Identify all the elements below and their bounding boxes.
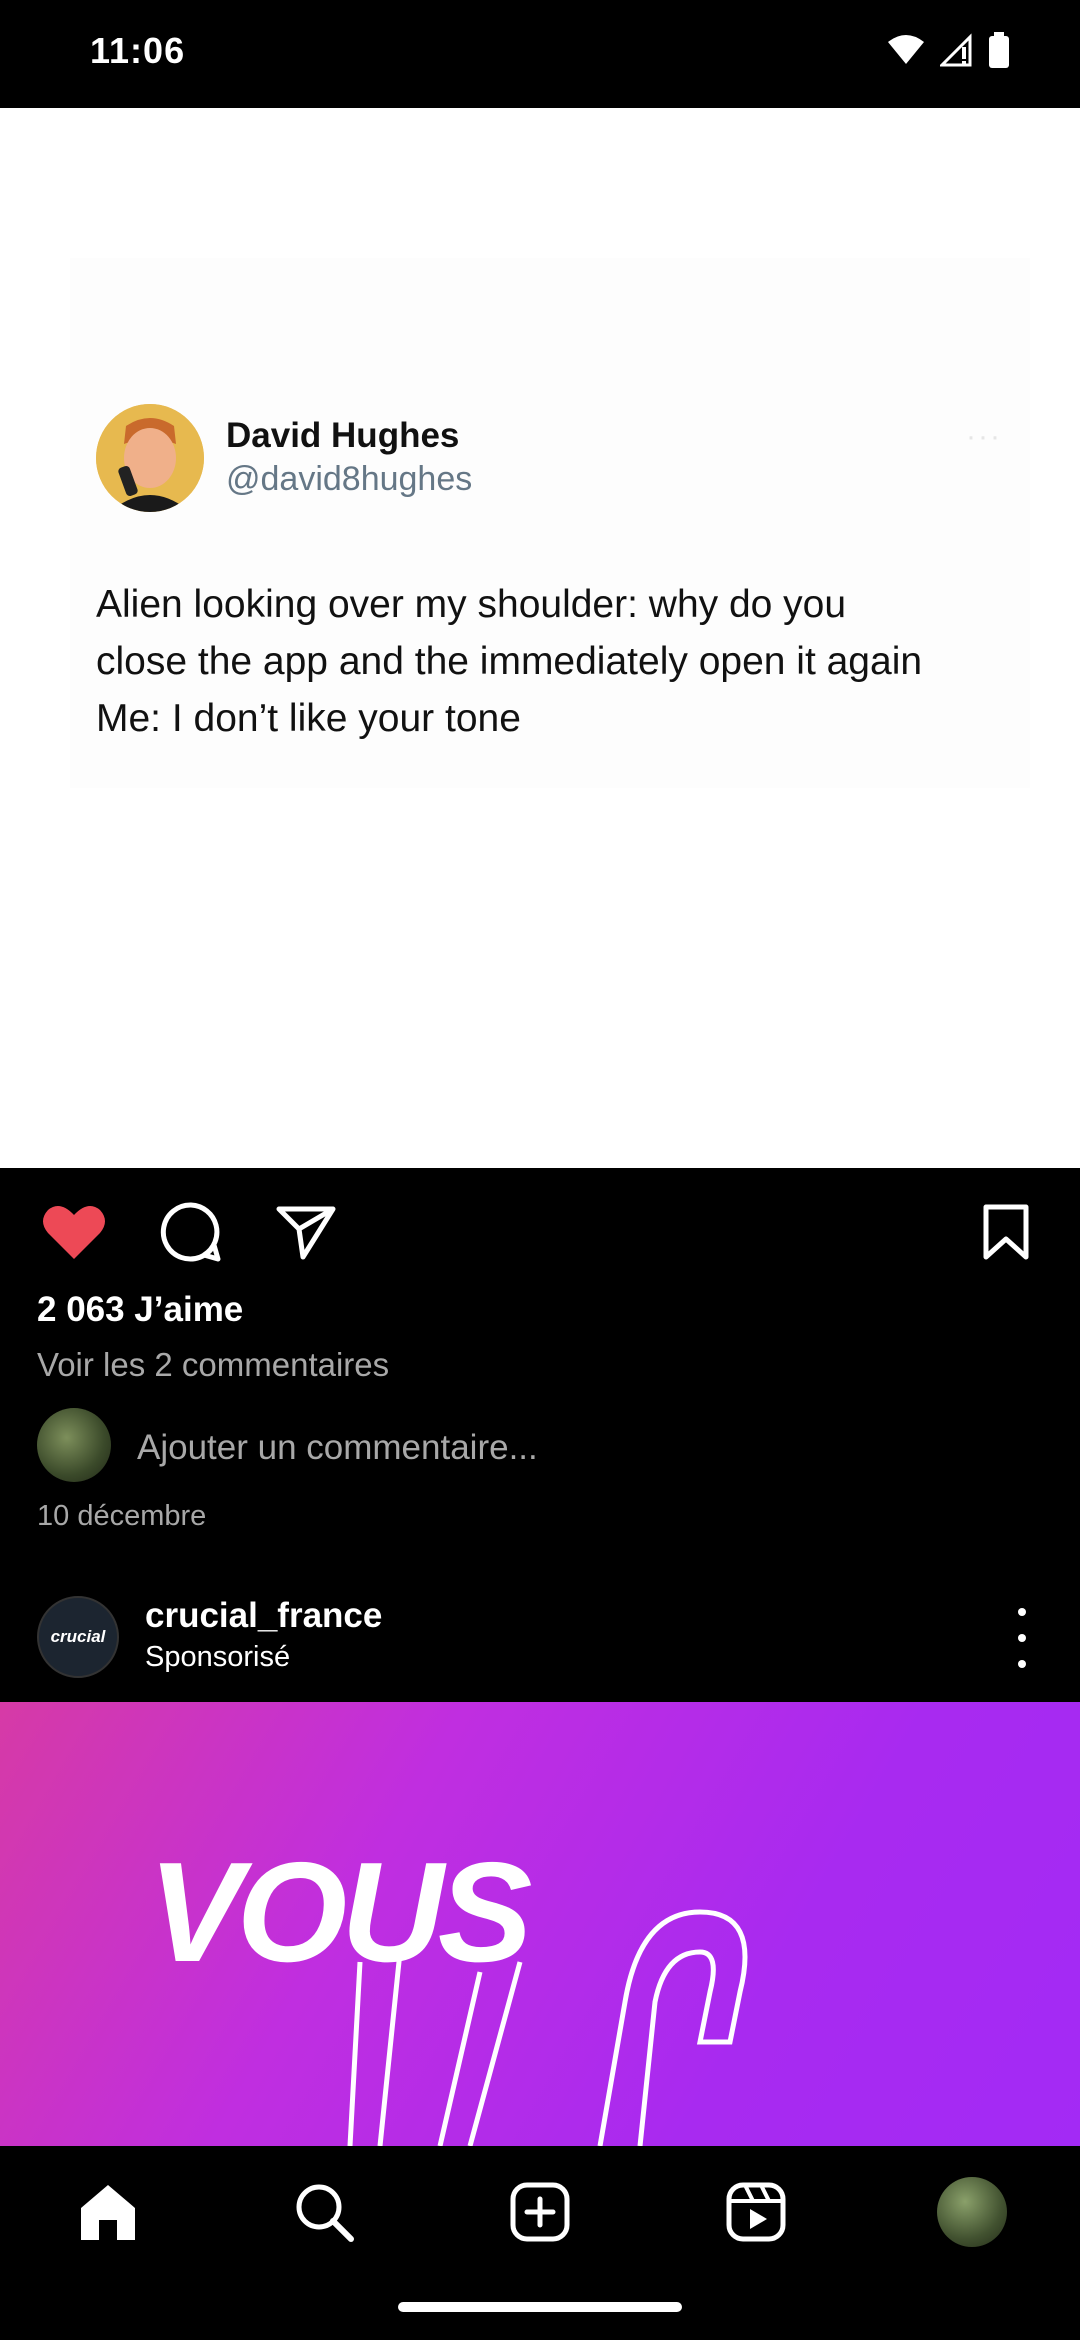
- add-comment-input[interactable]: Ajouter un commentaire...: [137, 1428, 538, 1468]
- tweet-author-handle: @david8hughes: [226, 460, 473, 498]
- search-icon: [296, 2184, 354, 2242]
- send-icon: [276, 1206, 336, 1260]
- signal-icon: [940, 33, 972, 67]
- status-time: 11:06: [90, 30, 186, 71]
- tweet-avatar: [96, 404, 204, 512]
- tweet-line: Me: I don’t like your tone: [96, 697, 521, 740]
- share-button[interactable]: [272, 1198, 340, 1266]
- more-options-button[interactable]: [1002, 1608, 1042, 1668]
- more-dot: [1018, 1608, 1026, 1616]
- post-actions: [0, 1168, 1080, 1288]
- post-date: 10 décembre: [37, 1500, 207, 1532]
- sponsored-account-name[interactable]: crucial_france: [145, 1596, 382, 1636]
- comment-user-avatar: [37, 1408, 111, 1482]
- tweet-text: Alien looking over my shoulder: why do y…: [96, 576, 1016, 747]
- nav-reels[interactable]: [720, 2176, 792, 2248]
- ad-outline-letters: [347, 1909, 748, 2146]
- home-icon: [81, 2185, 135, 2240]
- reels-icon: [726, 2182, 786, 2242]
- tweet-line: close the app and the immediately open i…: [96, 640, 923, 683]
- more-dot: [1018, 1660, 1026, 1668]
- bookmark-icon: [983, 1204, 1029, 1260]
- tweet-author-name: David Hughes: [226, 416, 460, 455]
- view-comments-link[interactable]: Voir les 2 commentaires: [37, 1346, 389, 1384]
- likes-count[interactable]: 2 063 J’aime: [37, 1290, 243, 1330]
- tweet-line: Alien looking over my shoulder: why do y…: [96, 583, 847, 626]
- sponsored-ad-image[interactable]: VOUS: [0, 1702, 1080, 2146]
- wifi-icon: [888, 35, 924, 64]
- comment-icon: [160, 1202, 221, 1262]
- sponsored-avatar[interactable]: crucial: [37, 1596, 119, 1678]
- sponsored-label: Sponsorisé: [145, 1641, 291, 1673]
- nav-create[interactable]: [504, 2176, 576, 2248]
- profile-avatar: [937, 2177, 1007, 2247]
- comment-button[interactable]: [157, 1198, 225, 1266]
- save-button[interactable]: [972, 1198, 1040, 1266]
- sponsored-avatar-logo: crucial: [50, 1627, 106, 1646]
- nav-profile[interactable]: [936, 2176, 1008, 2248]
- nav-home[interactable]: [72, 2176, 144, 2248]
- more-dot: [1018, 1634, 1026, 1642]
- status-bar: 11:06: [0, 0, 1080, 108]
- nav-search[interactable]: [288, 2176, 360, 2248]
- heart-icon: [43, 1206, 105, 1259]
- create-icon: [510, 2182, 570, 2242]
- tweet-more-icon: ···: [966, 420, 1002, 453]
- battery-icon: [989, 32, 1009, 68]
- status-icons: [886, 32, 1010, 68]
- like-button[interactable]: [40, 1198, 108, 1266]
- home-indicator[interactable]: [398, 2302, 682, 2312]
